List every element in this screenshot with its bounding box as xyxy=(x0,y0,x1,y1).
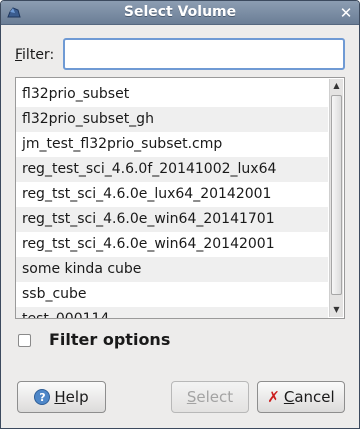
filter-label: Filter: xyxy=(15,47,55,63)
list-item[interactable]: ssb_cube xyxy=(16,282,328,307)
list-item[interactable]: reg_test_sci_4.6.0f_20141002_lux64 xyxy=(16,157,328,182)
scroll-thumb[interactable] xyxy=(331,95,342,295)
filter-options-checkbox[interactable] xyxy=(18,334,31,347)
list-item[interactable]: some kinda cube xyxy=(16,257,328,282)
cancel-icon: ✗ xyxy=(267,387,280,406)
scroll-down-icon[interactable]: ▼ xyxy=(330,303,343,317)
list-item[interactable]: reg_tst_sci_4.6.0e_win64_20142001 xyxy=(16,232,328,257)
title-bar[interactable]: Select Volume ✕ xyxy=(1,1,359,25)
list-item[interactable]: test_000114 xyxy=(16,307,328,318)
help-button[interactable]: ? Help xyxy=(17,381,106,413)
list-item[interactable]: reg_tst_sci_4.6.0e_lux64_20142001 xyxy=(16,182,328,207)
filter-options-label[interactable]: Filter options xyxy=(49,330,170,349)
select-button[interactable]: Select xyxy=(171,381,249,413)
scroll-up-icon[interactable]: ▲ xyxy=(330,79,343,93)
select-button-label: Select xyxy=(186,388,234,406)
help-button-label: Help xyxy=(54,388,89,406)
list-item[interactable]: jm_test_fl32prio_subset.cmp xyxy=(16,132,328,157)
volume-list[interactable]: fl32prio_subset fl32prio_subset_gh jm_test… xyxy=(15,77,345,319)
list-scrollbar[interactable]: ▲ ▼ xyxy=(329,79,343,317)
cancel-button-label: Cancel xyxy=(283,388,335,406)
list-item[interactable]: fl32prio_subset_gh xyxy=(16,107,328,132)
cancel-button[interactable]: ✗ Cancel xyxy=(257,381,345,413)
list-item[interactable]: reg_tst_sci_4.6.0e_win64_20141701 xyxy=(16,207,328,232)
window-title: Select Volume xyxy=(123,4,237,20)
help-icon: ? xyxy=(34,389,51,405)
select-volume-dialog: Select Volume ✕ Filter: fl32prio_subset f… xyxy=(0,0,360,429)
filter-input[interactable] xyxy=(63,38,345,70)
list-item[interactable]: fl32prio_subset xyxy=(16,82,328,107)
close-icon[interactable]: ✕ xyxy=(338,5,354,21)
